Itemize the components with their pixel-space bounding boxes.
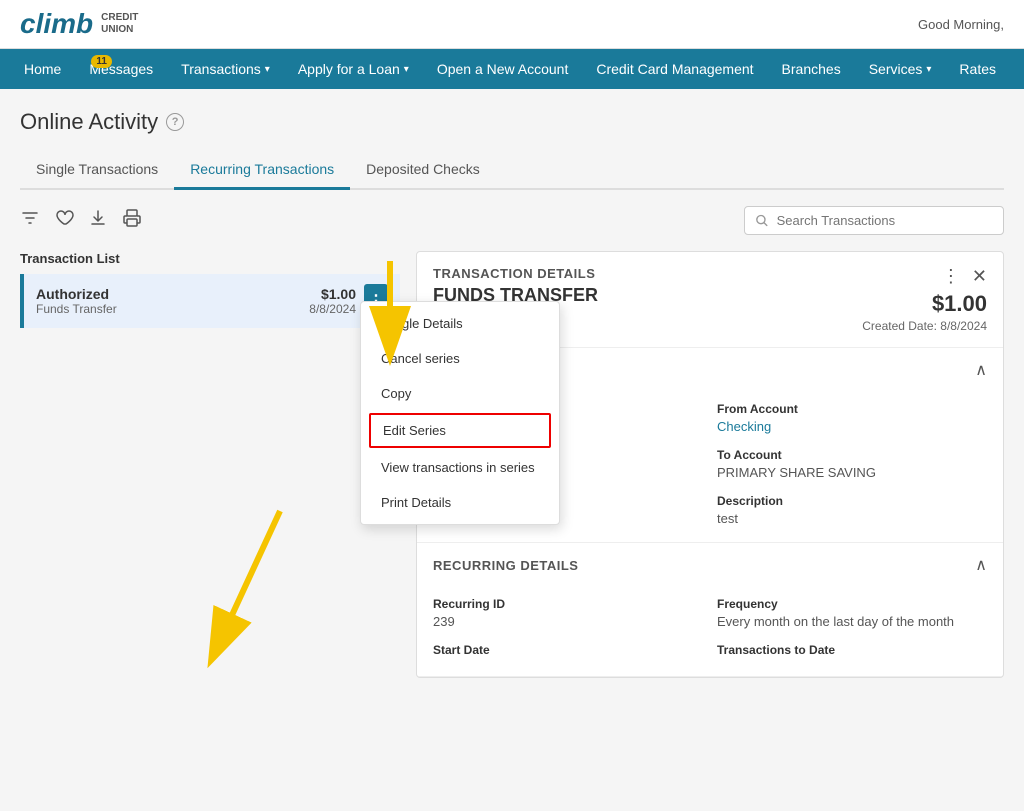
detail-to-account: To Account PRIMARY SHARE SAVING xyxy=(717,448,987,480)
messages-badge: 11 xyxy=(91,55,112,68)
menu-edit-series[interactable]: Edit Series xyxy=(369,413,551,448)
context-menu: Toggle Details Cancel series Copy Edit S… xyxy=(360,301,560,525)
filter-icon[interactable] xyxy=(20,208,40,233)
greeting-text: Good Morning, xyxy=(918,17,1004,32)
transaction-date: 8/8/2024 xyxy=(309,302,356,316)
logo-climb: climb xyxy=(20,8,93,40)
nav-services[interactable]: Services ▾ xyxy=(855,49,946,89)
nav-messages[interactable]: Messages 11 xyxy=(75,49,167,89)
recurring-chevron: ∧ xyxy=(975,555,987,575)
nav-rates[interactable]: Rates xyxy=(945,49,1010,89)
payment-chevron: ∧ xyxy=(975,360,987,380)
favorite-icon[interactable] xyxy=(54,208,74,233)
menu-copy[interactable]: Copy xyxy=(361,376,559,411)
tab-deposited-checks[interactable]: Deposited Checks xyxy=(350,151,496,190)
menu-print-details[interactable]: Print Details xyxy=(361,485,559,520)
recurring-details-header[interactable]: RECURRING DETAILS ∧ xyxy=(417,543,1003,587)
download-icon[interactable] xyxy=(88,208,108,233)
page-content: Online Activity ? Single Transactions Re… xyxy=(0,89,1024,698)
tab-single-transactions[interactable]: Single Transactions xyxy=(20,151,174,190)
details-created-date: Created Date: 8/8/2024 xyxy=(862,319,987,333)
top-bar: climb CREDITUNION Good Morning, xyxy=(0,0,1024,49)
nav-open-account[interactable]: Open a New Account xyxy=(423,49,583,89)
tabs-bar: Single Transactions Recurring Transactio… xyxy=(20,151,1004,190)
transaction-list: Transaction List Authorized Funds Transf… xyxy=(20,251,400,678)
list-header: Transaction List xyxy=(20,251,400,266)
details-section-title: TRANSACTION DETAILS xyxy=(433,266,862,281)
transactions-chevron: ▾ xyxy=(265,64,270,75)
toolbar xyxy=(20,206,1004,235)
detail-transactions-to-date: Transactions to Date xyxy=(717,643,987,660)
help-icon[interactable]: ? xyxy=(166,113,184,131)
page-title: Online Activity xyxy=(20,109,158,135)
main-layout: Transaction List Authorized Funds Transf… xyxy=(20,251,1004,678)
transaction-item[interactable]: Authorized Funds Transfer $1.00 8/8/2024… xyxy=(20,274,400,328)
logo-area: climb CREDITUNION xyxy=(20,8,138,40)
services-chevron: ▾ xyxy=(926,64,931,75)
apply-loan-chevron: ▾ xyxy=(404,64,409,75)
details-amount-area: $1.00 Created Date: 8/8/2024 xyxy=(862,291,987,333)
detail-from-account: From Account Checking xyxy=(717,402,987,434)
search-input[interactable] xyxy=(777,213,993,228)
transaction-name: Authorized xyxy=(36,286,309,302)
search-box[interactable] xyxy=(744,206,1004,235)
menu-cancel-series[interactable]: Cancel series xyxy=(361,341,559,376)
nav-home[interactable]: Home xyxy=(10,49,75,89)
detail-description: Description test xyxy=(717,494,987,526)
nav-bar: Home Messages 11 Transactions ▾ Apply fo… xyxy=(0,49,1024,89)
toolbar-icons xyxy=(20,208,142,233)
print-icon[interactable] xyxy=(122,208,142,233)
recurring-details-section: RECURRING DETAILS ∧ Recurring ID 239 Fre… xyxy=(417,543,1003,677)
transaction-right: $1.00 8/8/2024 xyxy=(309,286,356,316)
tab-recurring-transactions[interactable]: Recurring Transactions xyxy=(174,151,350,190)
details-amount: $1.00 xyxy=(862,291,987,317)
menu-toggle-details[interactable]: Toggle Details xyxy=(361,306,559,341)
nav-settings[interactable]: Settings ▾ xyxy=(1010,49,1024,89)
nav-branches[interactable]: Branches xyxy=(768,49,855,89)
nav-messages-wrapper: Messages 11 xyxy=(75,49,167,89)
menu-view-series[interactable]: View transactions in series xyxy=(361,450,559,485)
details-close-button[interactable]: ✕ xyxy=(972,266,987,287)
recurring-section-title: RECURRING DETAILS xyxy=(433,558,578,573)
recurring-details-content: Recurring ID 239 Frequency Every month o… xyxy=(417,587,1003,676)
details-more-button[interactable]: ⋮ xyxy=(942,266,960,287)
detail-frequency: Frequency Every month on the last day of… xyxy=(717,597,987,629)
recurring-details-grid: Recurring ID 239 Frequency Every month o… xyxy=(433,597,987,660)
detail-start-date: Start Date xyxy=(433,643,703,660)
transaction-sub: Funds Transfer xyxy=(36,302,309,316)
nav-credit-card[interactable]: Credit Card Management xyxy=(582,49,767,89)
transaction-amount: $1.00 xyxy=(309,286,356,302)
nav-transactions[interactable]: Transactions ▾ xyxy=(167,49,284,89)
nav-apply-loan[interactable]: Apply for a Loan ▾ xyxy=(284,49,423,89)
page-title-area: Online Activity ? xyxy=(20,109,1004,135)
detail-recurring-id: Recurring ID 239 xyxy=(433,597,703,629)
transaction-info: Authorized Funds Transfer xyxy=(36,286,309,316)
logo-credit-union: CREDITUNION xyxy=(101,12,138,36)
